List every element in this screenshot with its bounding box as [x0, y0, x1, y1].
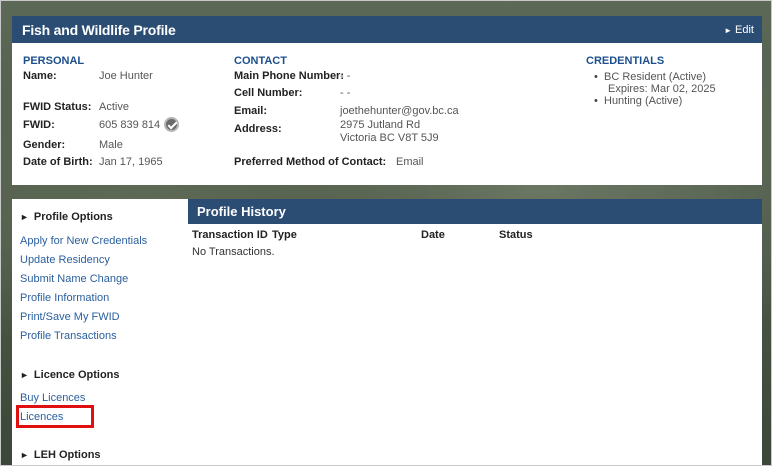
fwid-status-value: Active: [99, 101, 129, 113]
sidebar-link-print-fwid[interactable]: Print/Save My FWID: [20, 311, 120, 323]
empty-message: No Transactions.: [192, 246, 275, 258]
licence-options-heading[interactable]: ► Licence Options: [20, 369, 120, 381]
credentials-list: BC Resident (Active) Expires: Mar 02, 20…: [594, 71, 716, 107]
address-line2: Victoria BC V8T 5J9: [340, 132, 439, 144]
check-circle-icon: [164, 117, 179, 132]
licence-options-label: Licence Options: [33, 369, 120, 381]
credential-item: BC Resident (Active) Expires: Mar 02, 20…: [594, 71, 716, 95]
profile-history-panel: Profile History Transaction ID Type Date…: [188, 199, 762, 465]
fwid-value: 605 839 814: [99, 119, 161, 131]
edit-label: Edit: [735, 24, 754, 36]
edit-button[interactable]: ► Edit: [724, 24, 754, 36]
app-frame: Fish and Wildlife Profile ► Edit PERSONAL…: [0, 0, 772, 466]
sidebar-link-profile-information[interactable]: Profile Information: [20, 292, 109, 304]
triangle-right-icon: ►: [20, 450, 29, 460]
triangle-right-icon: ►: [20, 212, 29, 222]
sidebar: ► Profile Options Apply for New Credentia…: [12, 199, 188, 465]
name-value: Joe Hunter: [99, 70, 153, 82]
email-label: Email:: [234, 105, 268, 117]
column-header-transaction-id[interactable]: Transaction ID: [192, 229, 268, 241]
profile-options-label: Profile Options: [33, 211, 113, 223]
cell-label: Cell Number:: [234, 87, 303, 99]
sidebar-link-profile-transactions[interactable]: Profile Transactions: [20, 330, 117, 342]
credential-name: BC Resident (Active): [604, 71, 707, 83]
credential-name: Hunting (Active): [604, 95, 683, 107]
column-header-status[interactable]: Status: [499, 229, 533, 241]
profile-history-header: Profile History: [188, 199, 762, 224]
cell-value: - -: [340, 87, 351, 99]
credentials-section-title: CREDENTIALS: [586, 55, 665, 67]
column-header-type[interactable]: Type: [272, 229, 297, 241]
credential-item: Hunting (Active): [594, 95, 716, 107]
email-value: joethehunter@gov.bc.ca: [340, 105, 459, 117]
fwid-label: FWID:: [23, 119, 55, 131]
main-phone-label: Main Phone Number:: [234, 70, 345, 82]
profile-summary: PERSONAL Name: Joe Hunter FWID Status: A…: [12, 43, 762, 185]
profile-history-title: Profile History: [197, 204, 286, 219]
dob-label: Date of Birth:: [23, 156, 93, 168]
main-phone-value: - -: [340, 70, 351, 82]
name-label: Name:: [23, 70, 57, 82]
highlight-box: [16, 405, 94, 428]
personal-section-title: PERSONAL: [23, 55, 85, 67]
profile-options-heading[interactable]: ► Profile Options: [20, 211, 113, 223]
preferred-contact-value: Email: [396, 156, 424, 168]
sidebar-link-update-residency[interactable]: Update Residency: [20, 254, 110, 266]
dob-value: Jan 17, 1965: [99, 156, 163, 168]
address-line1: 2975 Jutland Rd: [340, 119, 421, 131]
contact-section-title: CONTACT: [234, 55, 287, 67]
column-header-date[interactable]: Date: [421, 229, 445, 241]
fwid-status-label: FWID Status:: [23, 101, 92, 113]
triangle-right-icon: ►: [724, 26, 733, 35]
address-label: Address:: [234, 123, 282, 135]
triangle-right-icon: ►: [20, 370, 29, 380]
preferred-contact-label: Preferred Method of Contact:: [234, 156, 387, 168]
gender-value: Male: [99, 139, 123, 151]
leh-options-heading[interactable]: ► LEH Options: [20, 449, 101, 461]
gender-label: Gender:: [23, 139, 66, 151]
sidebar-link-apply-credentials[interactable]: Apply for New Credentials: [20, 235, 147, 247]
sidebar-link-submit-name-change[interactable]: Submit Name Change: [20, 273, 128, 285]
sidebar-link-buy-licences[interactable]: Buy Licences: [20, 392, 85, 404]
page-title: Fish and Wildlife Profile: [22, 22, 176, 38]
leh-options-label: LEH Options: [33, 449, 101, 461]
credential-expiry: Expires: Mar 02, 2025: [608, 83, 716, 95]
profile-header: Fish and Wildlife Profile ► Edit: [12, 16, 762, 43]
